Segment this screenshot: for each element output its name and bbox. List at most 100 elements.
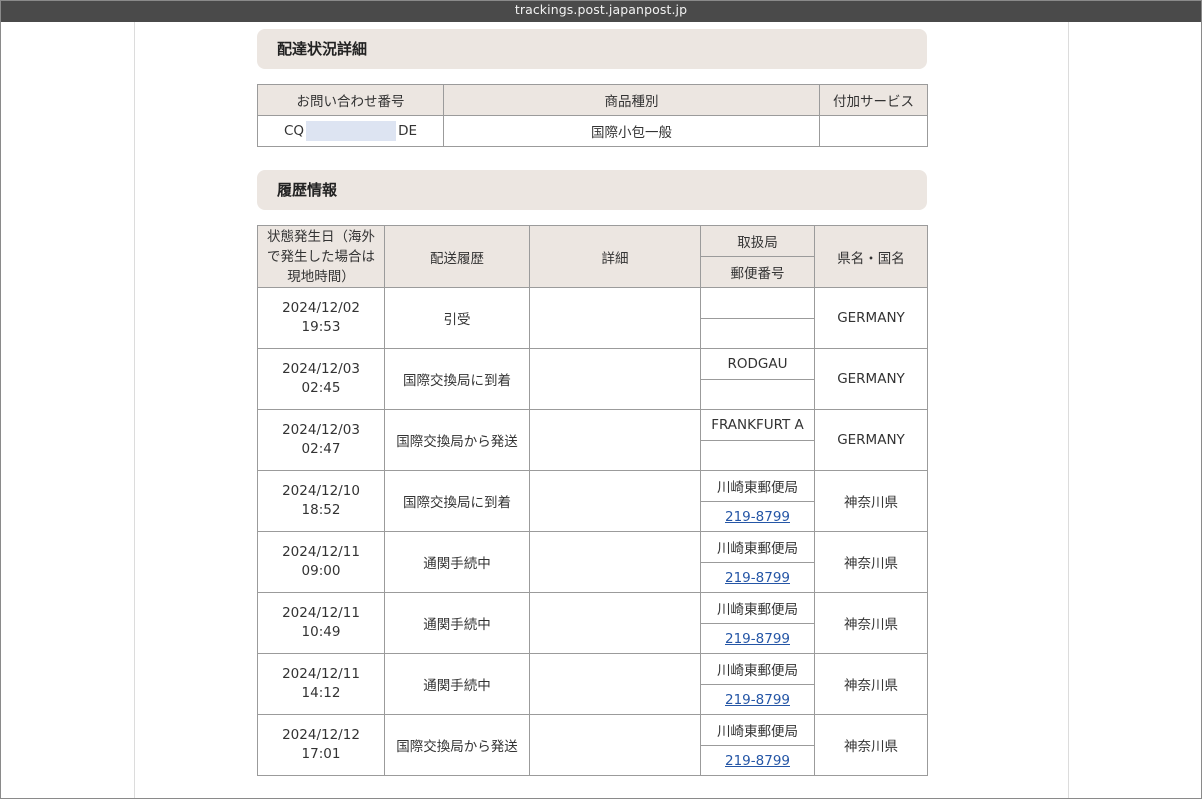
office-header: 取扱局 <box>700 225 815 257</box>
detail-cell <box>529 348 701 410</box>
status-header: 配送履歴 <box>384 225 530 288</box>
datetime-cell: 2024/12/03 02:47 <box>257 409 385 471</box>
status-cell: 国際交換局に到着 <box>384 348 530 410</box>
datetime-cell: 2024/12/12 17:01 <box>257 714 385 776</box>
date-text: 2024/12/12 <box>282 727 360 743</box>
delivery-info-table: お問い合わせ番号 商品種別 付加サービス CQ DE 国際小包一般 <box>257 84 928 147</box>
status-cell: 引受 <box>384 287 530 349</box>
datetime-cell: 2024/12/03 02:45 <box>257 348 385 410</box>
postal-code-link[interactable]: 219-8799 <box>725 570 790 586</box>
date-text: 2024/12/11 <box>282 666 360 682</box>
time-text: 02:47 <box>301 441 341 457</box>
region-cell: 神奈川県 <box>814 592 928 654</box>
status-cell: 国際交換局から発送 <box>384 714 530 776</box>
detail-cell <box>529 470 701 532</box>
history-header-row: 状態発生日（海外 で発生した場合は 現地時間） 配送履歴 詳細 取扱局 県名・国… <box>257 225 928 288</box>
postal-code-cell: 219-8799 <box>700 684 815 715</box>
history-row: 2024/12/10 18:52 国際交換局に到着 川崎東郵便局 神奈川県 <box>257 470 928 532</box>
date-header-line-1: 状態発生日（海外 <box>267 228 375 245</box>
detail-cell <box>529 409 701 471</box>
office-cell: RODGAU <box>700 348 815 380</box>
office-cell: 川崎東郵便局 <box>700 714 815 746</box>
date-header: 状態発生日（海外 で発生した場合は 現地時間） <box>257 225 385 288</box>
region-header: 県名・国名 <box>814 225 928 288</box>
postal-code-cell <box>700 379 815 410</box>
date-text: 2024/12/11 <box>282 605 360 621</box>
office-cell: 川崎東郵便局 <box>700 470 815 502</box>
office-cell <box>700 287 815 319</box>
region-cell: 神奈川県 <box>814 470 928 532</box>
office-cell: 川崎東郵便局 <box>700 592 815 624</box>
tracking-number-header: お問い合わせ番号 <box>257 84 444 116</box>
content-border-right <box>1068 22 1069 798</box>
datetime-cell: 2024/12/11 10:49 <box>257 592 385 654</box>
datetime-cell: 2024/12/02 19:53 <box>257 287 385 349</box>
time-text: 19:53 <box>301 319 341 335</box>
datetime-cell: 2024/12/11 14:12 <box>257 653 385 715</box>
postal-code-cell: 219-8799 <box>700 745 815 776</box>
region-cell: 神奈川県 <box>814 531 928 593</box>
detail-cell <box>529 592 701 654</box>
status-cell: 通関手続中 <box>384 592 530 654</box>
detail-header: 詳細 <box>529 225 701 288</box>
history-row: 2024/12/11 09:00 通関手続中 川崎東郵便局 神奈川県 <box>257 531 928 593</box>
delivery-status-title: 配達状況詳細 <box>257 29 927 69</box>
tracking-number-prefix: CQ <box>284 123 305 139</box>
status-cell: 国際交換局に到着 <box>384 470 530 532</box>
region-cell: GERMANY <box>814 287 928 349</box>
date-text: 2024/12/03 <box>282 422 360 438</box>
detail-cell <box>529 287 701 349</box>
content-border-left <box>134 22 135 798</box>
detail-cell <box>529 531 701 593</box>
tracking-number-suffix: DE <box>398 123 417 139</box>
region-cell: GERMANY <box>814 409 928 471</box>
time-text: 10:49 <box>301 624 341 640</box>
postal-code-link[interactable]: 219-8799 <box>725 692 790 708</box>
status-cell: 国際交換局から発送 <box>384 409 530 471</box>
region-cell: 神奈川県 <box>814 653 928 715</box>
date-header-line-3: 現地時間） <box>287 268 355 285</box>
datetime-cell: 2024/12/10 18:52 <box>257 470 385 532</box>
date-text: 2024/12/03 <box>282 361 360 377</box>
history-row: 2024/12/03 02:45 国際交換局に到着 RODGAU GERMANY <box>257 348 928 410</box>
date-text: 2024/12/10 <box>282 483 360 499</box>
history-row: 2024/12/02 19:53 引受 GERMANY <box>257 287 928 349</box>
redacted-tracking-number <box>306 121 397 141</box>
delivery-info-header-row: お問い合わせ番号 商品種別 付加サービス <box>257 84 928 116</box>
postal-code-link[interactable]: 219-8799 <box>725 753 790 769</box>
time-text: 14:12 <box>301 685 341 701</box>
time-text: 18:52 <box>301 502 341 518</box>
detail-cell <box>529 714 701 776</box>
postal-code-cell: 219-8799 <box>700 623 815 654</box>
status-cell: 通関手続中 <box>384 531 530 593</box>
postal-code-cell <box>700 318 815 349</box>
region-cell: 神奈川県 <box>814 714 928 776</box>
detail-cell <box>529 653 701 715</box>
postal-code-link[interactable]: 219-8799 <box>725 509 790 525</box>
history-row: 2024/12/11 14:12 通関手続中 川崎東郵便局 神奈川県 <box>257 653 928 715</box>
region-cell: GERMANY <box>814 348 928 410</box>
browser-window: trackings.post.japanpost.jp 配達状況詳細 お問い合わ… <box>0 0 1202 799</box>
postal-code-cell: 219-8799 <box>700 501 815 532</box>
postal-code-link[interactable]: 219-8799 <box>725 631 790 647</box>
url-bar[interactable]: trackings.post.japanpost.jp <box>1 1 1201 22</box>
office-cell: 川崎東郵便局 <box>700 653 815 685</box>
delivery-info-row: CQ DE 国際小包一般 <box>257 115 928 147</box>
date-header-line-2: で発生した場合は <box>267 248 375 265</box>
tracking-number-cell: CQ DE <box>257 115 444 147</box>
postal-code-cell: 219-8799 <box>700 562 815 593</box>
page-content: 配達状況詳細 お問い合わせ番号 商品種別 付加サービス CQ DE 国際小包一般 … <box>1 22 1201 798</box>
history-row: 2024/12/11 10:49 通関手続中 川崎東郵便局 神奈川県 <box>257 592 928 654</box>
datetime-cell: 2024/12/11 09:00 <box>257 531 385 593</box>
history-row: 2024/12/12 17:01 国際交換局から発送 川崎東郵便局 神奈川県 <box>257 714 928 776</box>
history-row: 2024/12/03 02:47 国際交換局から発送 FRANKFURT A GERMA… <box>257 409 928 471</box>
time-text: 09:00 <box>301 563 341 579</box>
postal-code-header: 郵便番号 <box>700 256 815 288</box>
item-type-cell: 国際小包一般 <box>443 115 820 147</box>
time-text: 02:45 <box>301 380 341 396</box>
office-cell: 川崎東郵便局 <box>700 531 815 563</box>
date-text: 2024/12/11 <box>282 544 360 560</box>
extra-service-cell <box>819 115 928 147</box>
office-cell: FRANKFURT A <box>700 409 815 441</box>
history-title: 履歴情報 <box>257 170 927 210</box>
